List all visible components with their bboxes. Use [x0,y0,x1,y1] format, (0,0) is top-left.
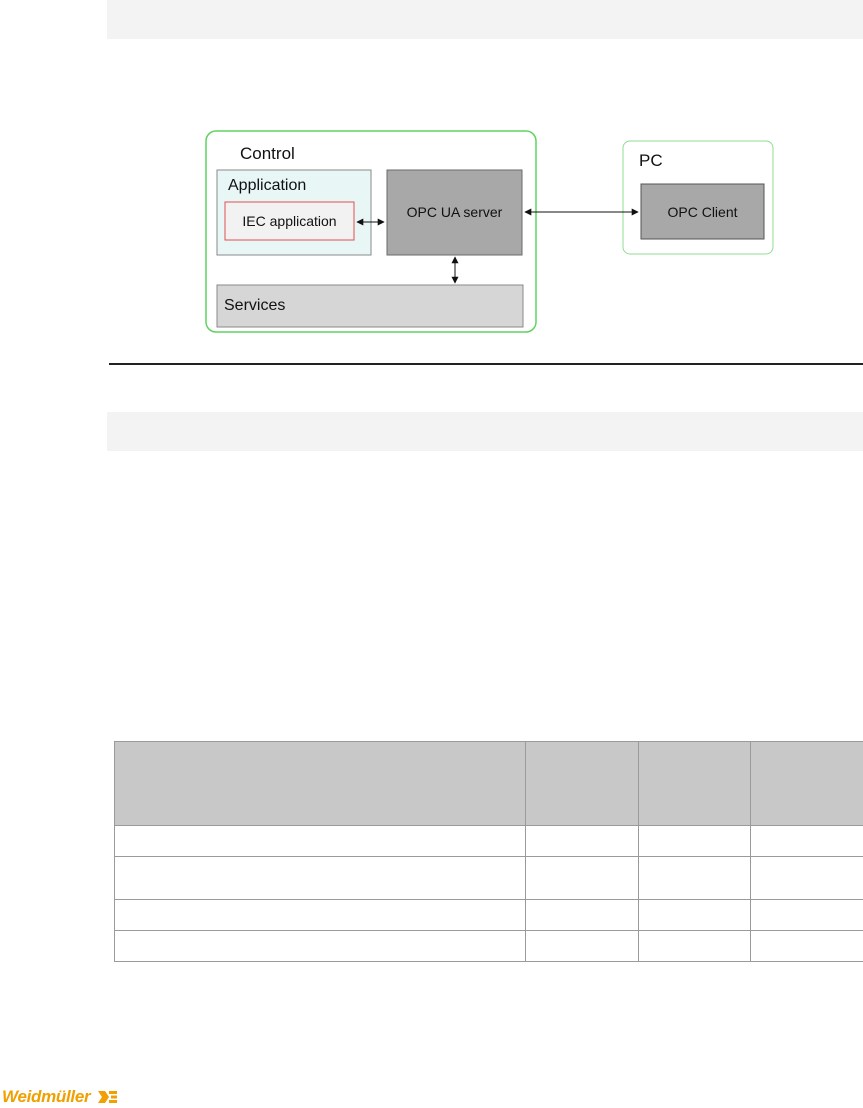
table-cell [114,856,526,900]
table-row [114,856,863,900]
iec-application-label: IEC application [242,213,336,229]
table-cell [525,825,639,857]
application-title: Application [228,177,306,194]
control-title: Control [240,144,295,163]
services-label: Services [224,297,285,314]
table-cell [638,856,751,900]
table-row [114,825,863,857]
table-header-cell [114,741,526,826]
opc-client-label: OPC Client [667,204,737,220]
table-cell [525,856,639,900]
table-cell [638,899,751,931]
table-header-cell [750,741,863,826]
table-header-row [114,741,863,826]
weidmuller-mark-icon [98,1091,118,1103]
table-row [114,930,863,962]
table-cell [114,825,526,857]
table-cell [114,930,526,962]
table-cell [638,825,751,857]
section-heading-bar [107,412,863,451]
logo-wordmark: Weidmüller [2,1087,91,1106]
pc-title: PC [639,151,663,170]
table-cell [638,930,751,962]
table-cell [750,930,863,962]
table-cell [114,899,526,931]
horizontal-rule [109,363,863,365]
table-row [114,899,863,931]
table-cell [750,899,863,931]
table-cell [525,899,639,931]
architecture-diagram: Control Application IEC application OPC … [205,130,774,333]
table-cell [750,825,863,857]
table-header-cell [525,741,639,826]
data-table [114,741,863,962]
table-header-cell [638,741,751,826]
opc-ua-server-label: OPC UA server [407,204,503,220]
table-cell [525,930,639,962]
table-cell [750,856,863,900]
weidmuller-logo: Weidmüller [2,1086,118,1108]
